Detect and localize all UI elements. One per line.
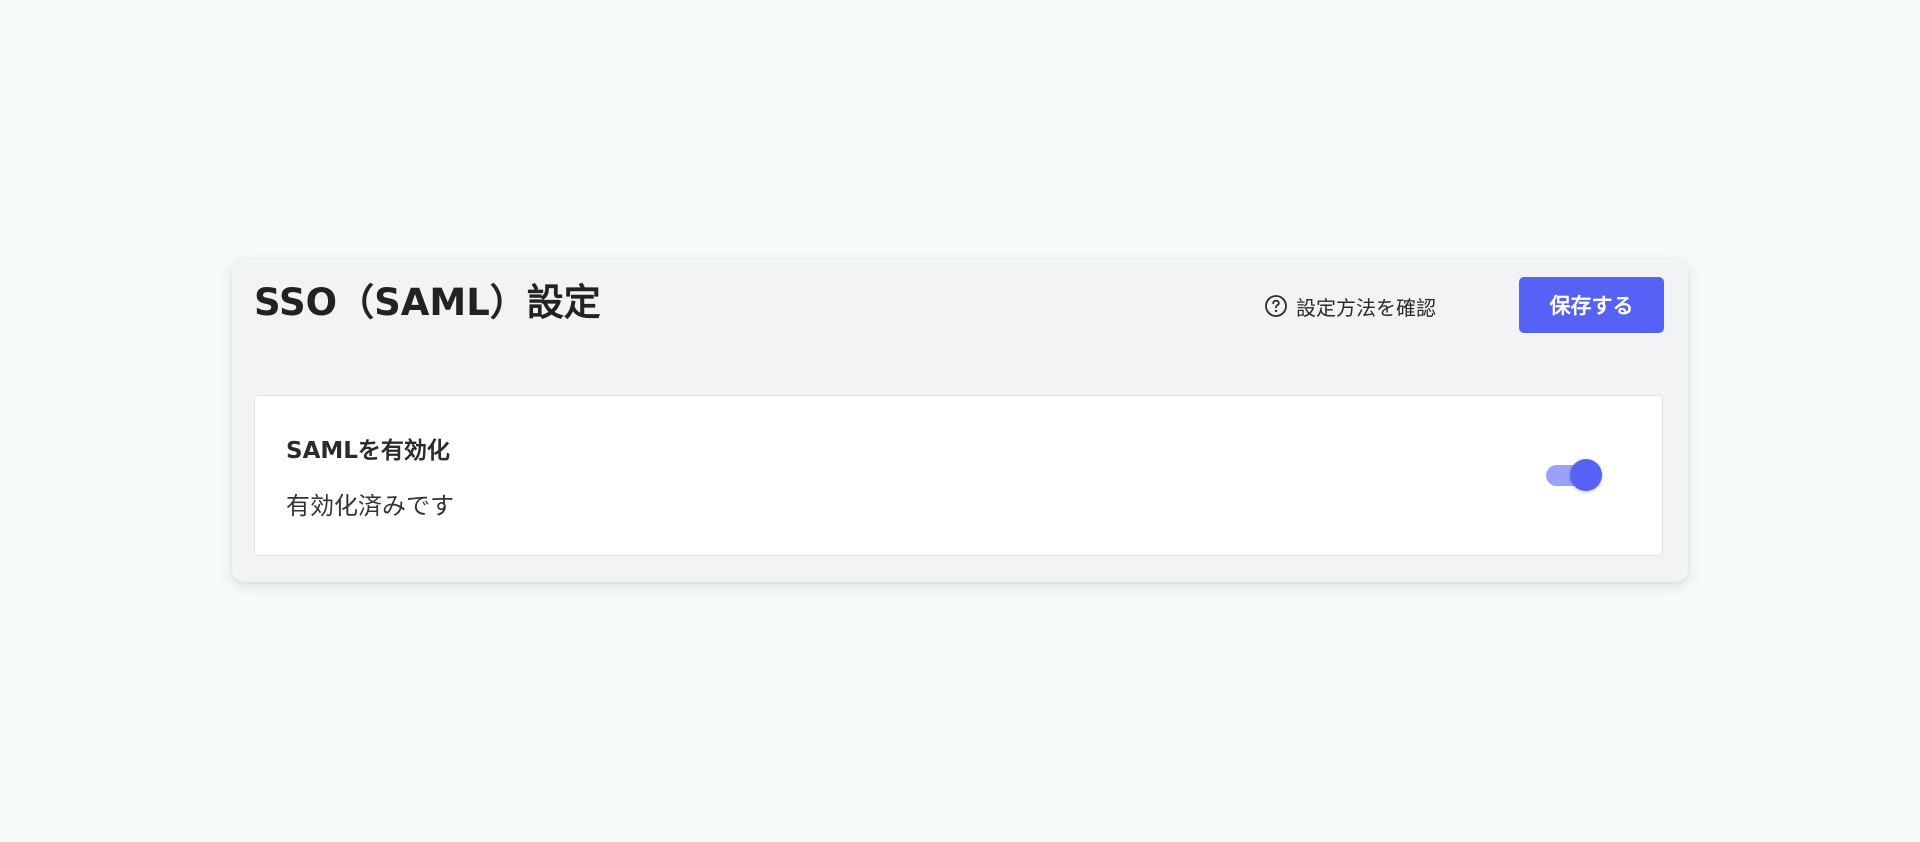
sso-settings-card: SSO（SAML）設定 設定方法を確認 保存する SAMLを有効化 有効化済みで… [232,259,1688,582]
help-link[interactable]: 設定方法を確認 [1264,291,1436,321]
page-title: SSO（SAML）設定 [254,281,601,324]
saml-status-text: 有効化済みです [286,492,454,520]
saml-setting-panel: SAMLを有効化 有効化済みです [254,395,1663,556]
saml-enable-label: SAMLを有効化 [286,438,450,464]
toggle-thumb [1570,459,1602,491]
saml-enable-toggle[interactable] [1542,458,1604,492]
save-button[interactable]: 保存する [1519,277,1664,333]
help-link-label: 設定方法を確認 [1296,295,1436,320]
question-circle-icon [1264,294,1288,318]
